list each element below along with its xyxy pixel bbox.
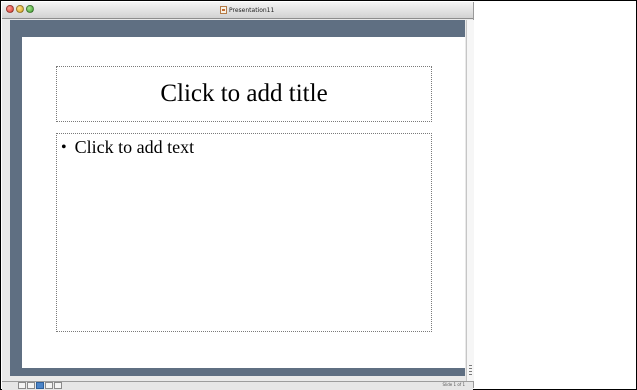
slide-canvas[interactable]: Click to add title • Click to add text bbox=[22, 37, 465, 368]
window-titlebar[interactable]: Presentation11 bbox=[2, 2, 473, 19]
document-title: Presentation11 bbox=[220, 4, 274, 16]
title-placeholder[interactable]: Click to add title bbox=[56, 66, 432, 122]
vertical-scrollbar[interactable] bbox=[466, 20, 474, 381]
minimize-button-icon[interactable] bbox=[16, 5, 24, 13]
view-switcher bbox=[18, 382, 62, 389]
normal-view-button[interactable] bbox=[18, 382, 26, 389]
close-button-icon[interactable] bbox=[6, 5, 14, 13]
presentation-window: Presentation11 Click to add title • Clic… bbox=[2, 2, 474, 390]
slide-counter: Slide 1 of 1 bbox=[442, 382, 465, 387]
bullet-line: • Click to add text bbox=[61, 137, 194, 158]
slide-sorter-view-button[interactable] bbox=[45, 382, 53, 389]
zoom-button-icon[interactable] bbox=[26, 5, 34, 13]
status-bar: Slide 1 of 1 bbox=[2, 381, 473, 390]
resize-grip-icon[interactable] bbox=[469, 365, 472, 377]
body-placeholder-text: Click to add text bbox=[74, 137, 195, 157]
body-text-placeholder[interactable]: • Click to add text bbox=[56, 133, 432, 332]
window-title-text: Presentation11 bbox=[229, 6, 275, 14]
slide-show-button[interactable] bbox=[54, 382, 62, 389]
bullet-icon: • bbox=[61, 138, 67, 156]
screenshot-frame: Presentation11 Click to add title • Clic… bbox=[0, 0, 637, 390]
presentation-document-icon bbox=[220, 6, 227, 14]
slide-view-button[interactable] bbox=[36, 382, 44, 389]
outline-view-button[interactable] bbox=[27, 382, 35, 389]
title-placeholder-text: Click to add title bbox=[160, 80, 328, 107]
